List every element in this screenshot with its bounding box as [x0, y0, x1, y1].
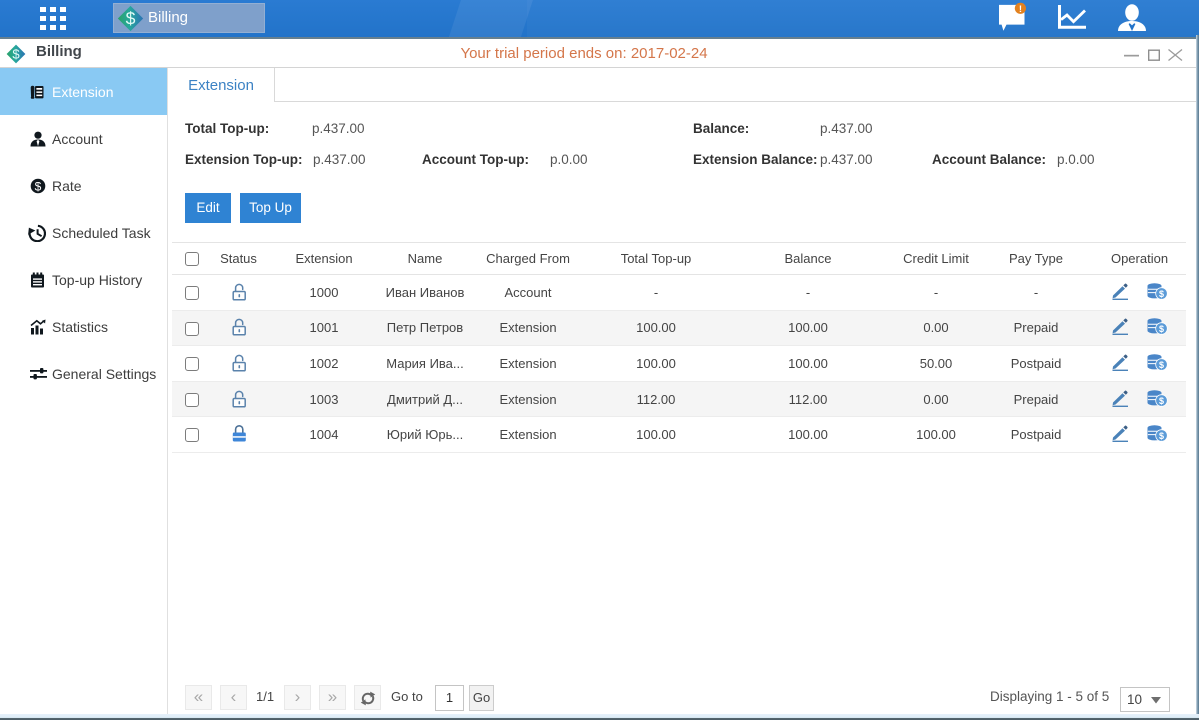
svg-text:$: $	[126, 8, 136, 28]
svg-text:!: !	[1019, 4, 1022, 15]
svg-text:$: $	[1159, 360, 1164, 370]
svg-text:$: $	[1159, 396, 1164, 406]
svg-text:$: $	[1159, 289, 1164, 299]
svg-text:$: $	[35, 179, 42, 193]
svg-text:$: $	[1159, 324, 1164, 334]
svg-text:$: $	[1159, 431, 1164, 441]
